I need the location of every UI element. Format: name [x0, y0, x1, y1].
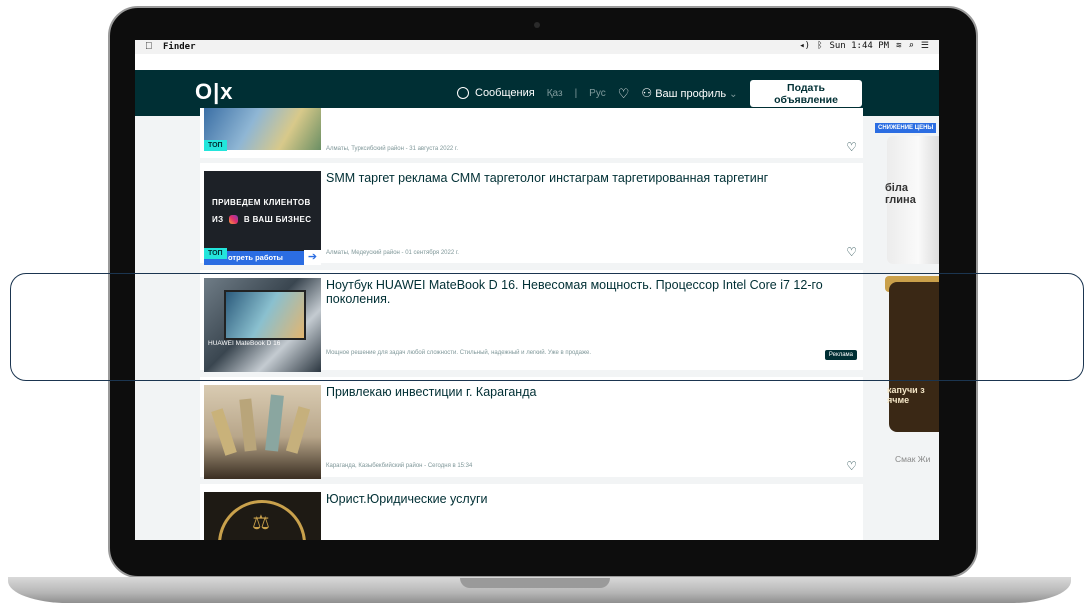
favorites-heart-icon[interactable]: ♡ [618, 87, 630, 100]
banknote-roll [265, 394, 284, 452]
listing-card[interactable]: ПРИВЕДЕМ КЛИЕНТОВ ИЗ В ВАШ БИЗНЕС отреть… [200, 163, 863, 265]
volume-icon[interactable]: ◂) [799, 41, 810, 51]
thumb-line-2-row: ИЗ В ВАШ БИЗНЕС [212, 215, 312, 225]
top-badge: ТОП [204, 140, 227, 151]
clock[interactable]: Sun 1:44 PM [829, 41, 889, 51]
listing-meta: Караганда, Казыбекбийский район - Сегодн… [326, 463, 473, 469]
scales-icon: ⚖ [252, 512, 270, 534]
laptop-notch [460, 578, 610, 588]
header-nav: Сообщения Қаз | Рус ♡ ⚇ Ваш профиль ⌄ [457, 86, 738, 100]
user-icon: ⚇ [641, 86, 653, 100]
side-ad-caption: Смак Жи [895, 454, 931, 464]
listing-card[interactable]: Привлекаю инвестиции г. Караганда Карага… [200, 377, 863, 479]
profile-menu[interactable]: ⚇ Ваш профиль ⌄ [641, 86, 737, 100]
thumb-strip-text: отреть работы [228, 253, 283, 262]
olx-logo[interactable]: O|x [195, 79, 234, 105]
listing-title[interactable]: Привлекаю инвестиции г. Караганда [326, 385, 846, 399]
search-icon[interactable]: ⌕ [909, 41, 914, 51]
listing-thumbnail[interactable] [204, 385, 321, 479]
wifi-icon[interactable]: ≋ [896, 41, 901, 51]
arrow-right-icon: ➔ [304, 250, 321, 265]
mac-menubar:  Finder ◂) ᛒ Sun 1:44 PM ≋ ⌕ ☰ [135, 40, 939, 54]
pack-label: біла глина [885, 182, 916, 206]
listing-meta: Алматы, Турксибский район - 31 августа 2… [326, 146, 459, 152]
banknote-roll [239, 398, 257, 452]
listing-card[interactable]: ⚖ Юрист.Юридические услуги [200, 484, 863, 540]
listing-meta: Алматы, Медеуский район - 01 сентября 20… [326, 250, 459, 256]
post-ad-button[interactable]: Подать объявление [750, 80, 862, 107]
favorite-heart-icon[interactable]: ♡ [846, 459, 857, 473]
lang-ru[interactable]: Рус [589, 88, 606, 99]
messages-link[interactable]: Сообщения [457, 86, 535, 100]
price-drop-badge: СНИЖЕНИЕ ЦЕНЫ [875, 123, 937, 133]
instagram-icon [229, 215, 239, 225]
messages-label: Сообщения [475, 86, 535, 99]
lang-kz[interactable]: Қаз [547, 88, 563, 99]
listing-thumbnail[interactable]: ⚖ [204, 492, 321, 540]
listing-card[interactable]: ТОП Алматы, Турксибский район - 31 авгус… [200, 108, 863, 158]
thumb-line-1: ПРИВЕДЕМ КЛИЕНТОВ [212, 198, 311, 207]
favorite-heart-icon[interactable]: ♡ [846, 140, 857, 154]
apple-icon[interactable]:  [145, 41, 153, 52]
bluetooth-icon[interactable]: ᛒ [817, 41, 822, 51]
profile-label: Ваш профиль [655, 88, 727, 100]
menubar-status: ◂) ᛒ Sun 1:44 PM ≋ ⌕ ☰ [799, 41, 929, 51]
list-icon[interactable]: ☰ [921, 41, 929, 51]
jar-label: капучи з ячме [887, 385, 925, 405]
listing-title[interactable]: Юрист.Юридические услуги [326, 492, 846, 506]
app-name[interactable]: Finder [163, 42, 196, 52]
camera-dot [534, 22, 540, 28]
chat-icon [457, 87, 469, 100]
banknote-roll [285, 406, 311, 454]
banknote-roll [211, 408, 237, 456]
chevron-down-icon: ⌄ [729, 89, 738, 100]
lang-separator: | [574, 87, 578, 99]
thumb-line-2: ИЗ [212, 215, 224, 224]
thumb-line-3: В ВАШ БИЗНЕС [243, 215, 312, 224]
listing-title[interactable]: SMM таргет реклама СММ таргетолог инстаг… [326, 171, 846, 185]
favorite-heart-icon[interactable]: ♡ [846, 245, 857, 259]
top-badge: ТОП [204, 248, 227, 259]
highlight-frame [10, 273, 1084, 381]
